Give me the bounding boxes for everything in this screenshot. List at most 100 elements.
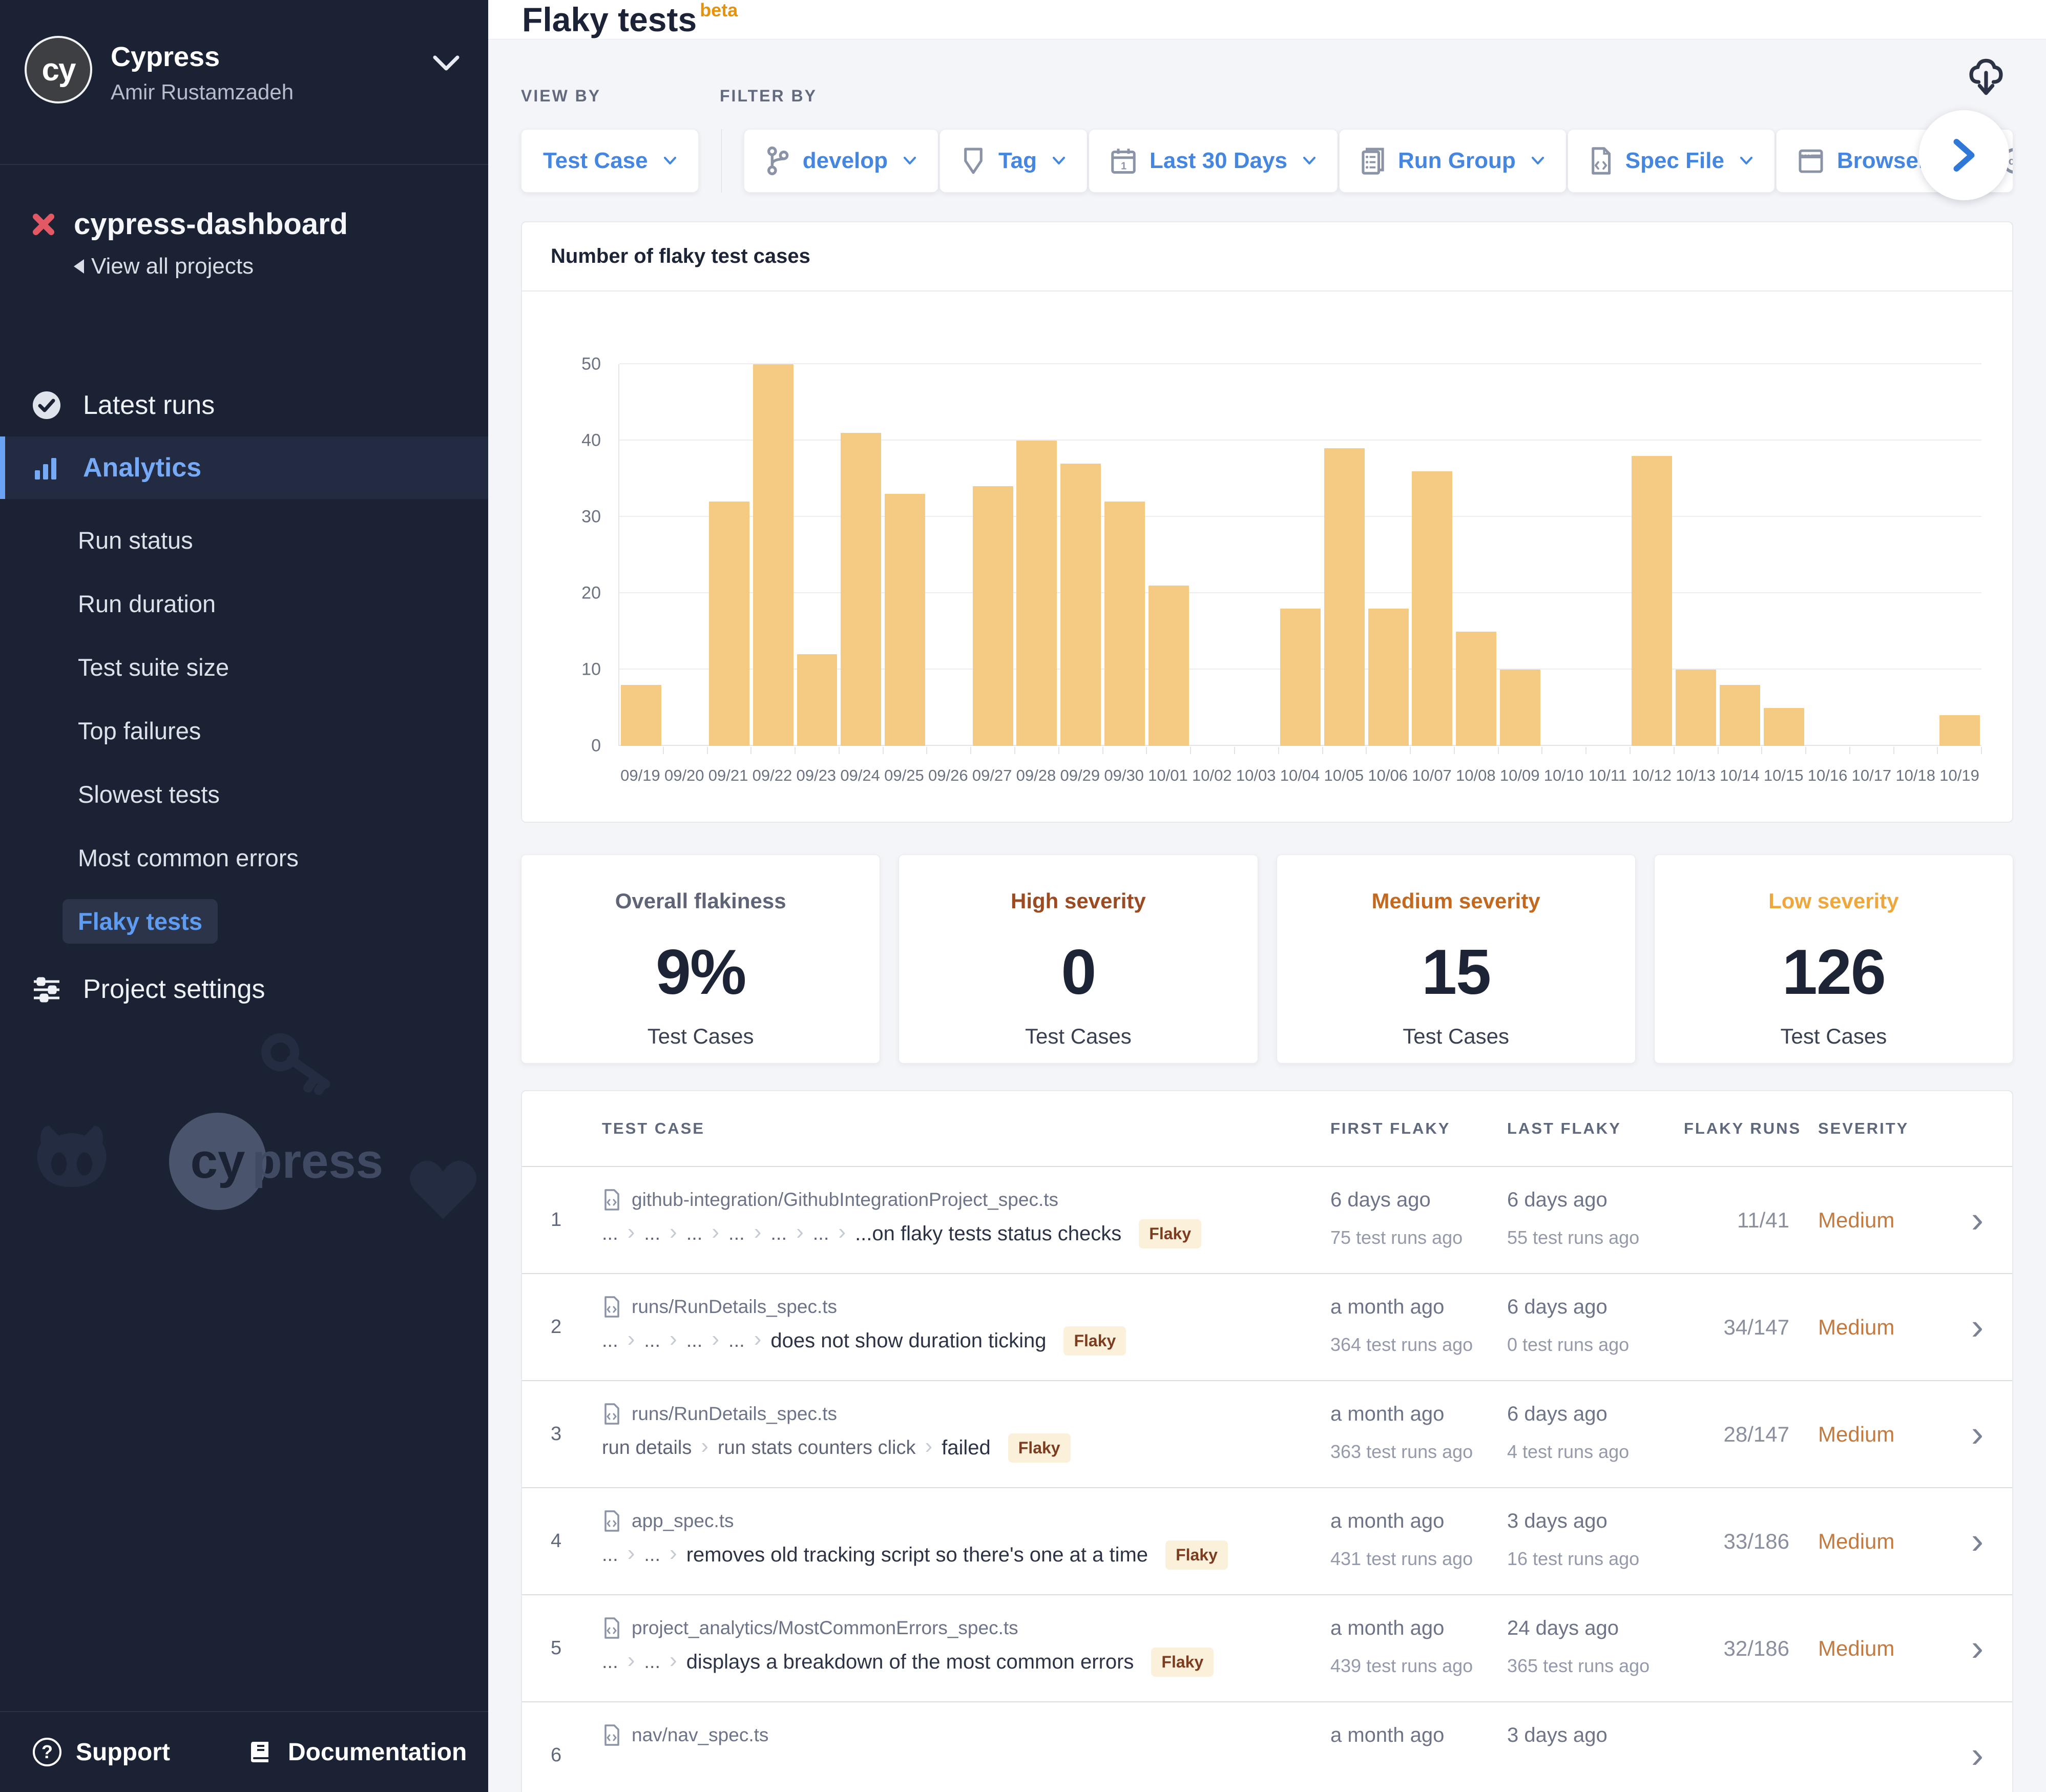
- spec-file-path: project_analytics/MostCommonErrors_spec.…: [602, 1617, 1330, 1639]
- table-row[interactable]: 5 project_analytics/MostCommonErrors_spe…: [522, 1594, 2012, 1701]
- chevron-down-icon: [1052, 156, 1066, 165]
- test-breadcrumb: ... ›... ›... ›... › does not show duration t…: [602, 1326, 1330, 1356]
- chevron-right-icon: ›: [670, 1647, 677, 1673]
- filter-spec-file-dropdown[interactable]: Spec File: [1567, 129, 1775, 193]
- breadcrumb-segment: ...: [644, 1544, 661, 1566]
- download-icon[interactable]: [1967, 58, 2005, 97]
- bar-slot: [1191, 364, 1235, 754]
- spec-file-path: runs/RunDetails_spec.ts: [602, 1296, 1330, 1318]
- chart-bar: [1719, 684, 1760, 746]
- chart-bar: [621, 684, 662, 746]
- sidebar-item-project-settings[interactable]: Project settings: [0, 958, 488, 1020]
- dropdown-label: Browser: [1836, 148, 1927, 173]
- subnav-slowest-tests[interactable]: Slowest tests: [78, 762, 488, 826]
- subnav-label: Test suite size: [78, 653, 229, 681]
- y-tick-label: 0: [591, 736, 601, 756]
- chart-bar: [1324, 448, 1365, 746]
- x-tick-label: 10/10: [1543, 766, 1584, 784]
- chevron-right-icon[interactable]: ›: [1935, 1630, 1984, 1666]
- chevron-down-icon: [1740, 156, 1753, 165]
- column-test-case: TEST CASE: [602, 1119, 705, 1137]
- breadcrumb-segment: ...: [728, 1223, 745, 1244]
- view-by-test-case-dropdown[interactable]: Test Case: [521, 129, 699, 193]
- sidebar-item-latest-runs[interactable]: Latest runs: [0, 374, 488, 436]
- breadcrumb-segment: ...: [602, 1651, 618, 1673]
- spec-file-name: github-integration/GithubIntegrationProj…: [632, 1189, 1059, 1210]
- sidebar-item-analytics[interactable]: Analytics: [0, 436, 488, 499]
- chevron-right-icon: ›: [627, 1219, 635, 1244]
- chevron-right-icon[interactable]: ›: [1935, 1523, 1984, 1559]
- chevron-right-icon[interactable]: ›: [1935, 1201, 1984, 1238]
- documentation-link[interactable]: Documentation: [247, 1738, 467, 1766]
- cypress-wordmark: cy press: [169, 1113, 383, 1210]
- file-code-icon: [602, 1296, 621, 1318]
- bar-slot: [751, 364, 796, 754]
- y-tick-label: 50: [581, 354, 601, 374]
- y-axis: 0 10 20 30 40 50: [562, 355, 618, 756]
- chevron-right-icon[interactable]: ›: [1935, 1415, 1984, 1452]
- x-tick-label: 09/26: [928, 766, 968, 784]
- filter-branch-dropdown[interactable]: develop: [743, 129, 939, 193]
- subnav-label: Slowest tests: [78, 780, 220, 808]
- spec-file-name: runs/RunDetails_spec.ts: [632, 1403, 838, 1424]
- subnav-most-common-errors[interactable]: Most common errors: [78, 826, 488, 889]
- breadcrumb-segment: ...: [602, 1223, 618, 1244]
- filter-run-group-dropdown[interactable]: Run Group: [1339, 129, 1567, 193]
- chart-bar: [1939, 715, 1980, 746]
- x-tick-label: 09/27: [972, 766, 1012, 784]
- org-name: Cypress: [111, 41, 220, 72]
- chevron-down-icon[interactable]: [433, 55, 460, 72]
- x-tick-label: 10/15: [1763, 766, 1804, 784]
- chart-plot: [618, 363, 1982, 754]
- filter-tag-dropdown[interactable]: Tag: [940, 129, 1088, 193]
- chevron-right-icon: ›: [754, 1219, 762, 1244]
- key-decoration-icon: [247, 1020, 347, 1111]
- subnav-top-failures[interactable]: Top failures: [78, 699, 488, 762]
- heart-decoration-icon: [405, 1154, 482, 1225]
- filter-date-range-dropdown[interactable]: 1 Last 30 Days: [1088, 129, 1339, 193]
- subnav-flaky-tests[interactable]: Flaky tests: [62, 889, 488, 953]
- bar-slot: [971, 364, 1015, 754]
- x-tick-label: 09/30: [1104, 766, 1144, 784]
- flaky-badge: Flaky: [1165, 1540, 1228, 1570]
- calendar-icon: 1: [1111, 147, 1136, 175]
- table-row[interactable]: 2 runs/RunDetails_spec.ts ... ›... ›... ›..…: [522, 1273, 2012, 1380]
- svg-text:1: 1: [1121, 160, 1126, 172]
- dropdown-label: Run Group: [1398, 148, 1516, 173]
- support-link[interactable]: ? Support: [33, 1738, 170, 1766]
- table-row[interactable]: 3 runs/RunDetails_spec.ts run details › ru…: [522, 1380, 2012, 1487]
- breadcrumb-segment: run stats counters click: [717, 1437, 916, 1458]
- x-tick-label: 09/24: [840, 766, 880, 784]
- chart-bar: [1148, 586, 1189, 746]
- table-row[interactable]: 4 app_spec.ts ... ›... › removes old tracki…: [522, 1487, 2012, 1594]
- page-header: Flaky tests beta: [488, 0, 2046, 39]
- chevron-right-icon: ›: [670, 1540, 677, 1566]
- view-all-label: View all projects: [91, 254, 254, 279]
- x-tick-label: 10/13: [1676, 766, 1716, 784]
- table-row[interactable]: 1 github-integration/GithubIntegrationPr…: [522, 1166, 2012, 1273]
- subnav-run-status[interactable]: Run status: [78, 508, 488, 572]
- chevron-right-icon[interactable]: ›: [1935, 1737, 1984, 1774]
- test-title: displays a breakdown of the most common …: [686, 1651, 1134, 1673]
- first-flaky-runs-ago: 75 test runs ago: [1330, 1227, 1463, 1248]
- chevron-right-icon: ›: [796, 1219, 804, 1244]
- spec-file-name: runs/RunDetails_spec.ts: [632, 1296, 838, 1317]
- x-tick-label: 09/28: [1016, 766, 1056, 784]
- sidebar: cy Cypress Amir Rustamzadeh cypress-dash…: [0, 0, 488, 1792]
- chevron-right-icon: ›: [701, 1433, 708, 1458]
- subnav-test-suite-size[interactable]: Test suite size: [78, 635, 488, 699]
- table-row[interactable]: 6 nav/nav_spec.ts a month ago 3 days ago…: [522, 1701, 2012, 1792]
- org-switcher[interactable]: cy Cypress Amir Rustamzadeh: [0, 0, 488, 165]
- bar-slot: [1454, 364, 1499, 754]
- view-all-projects-link[interactable]: View all projects: [74, 254, 460, 279]
- spec-file-icon: [1590, 147, 1612, 175]
- dropdown-label: Tag: [998, 148, 1037, 173]
- x-tick-label: 10/07: [1412, 766, 1452, 784]
- x-tick-label: 10/06: [1368, 766, 1408, 784]
- scroll-filters-right-button[interactable]: [1919, 110, 2009, 200]
- x-tick-label: 10/18: [1895, 766, 1936, 784]
- git-branch-icon: [766, 147, 789, 175]
- chevron-right-icon[interactable]: ›: [1935, 1308, 1984, 1345]
- subnav-run-duration[interactable]: Run duration: [78, 572, 488, 635]
- x-tick-label: 09/21: [708, 766, 748, 784]
